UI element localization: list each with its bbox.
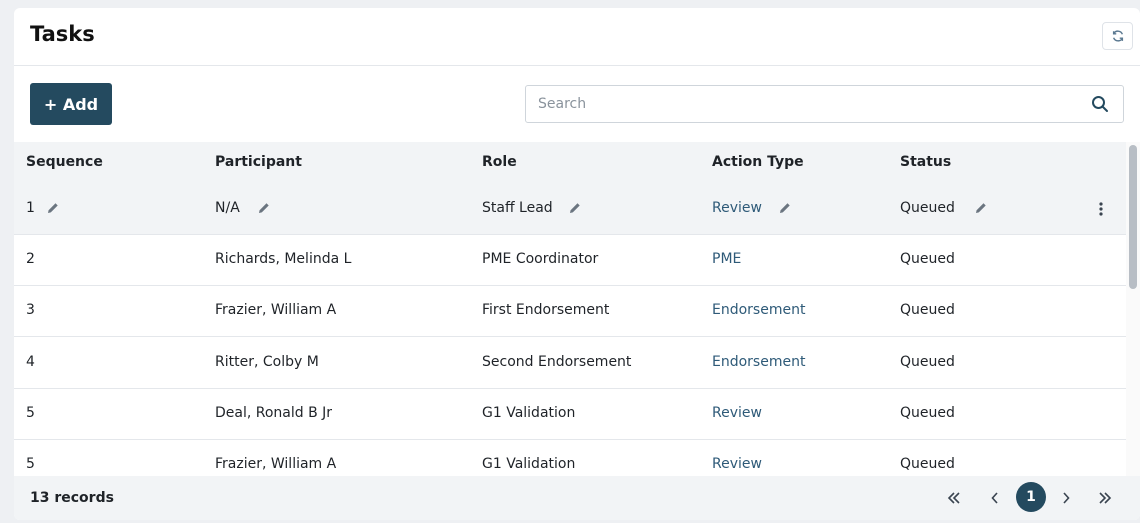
table-row: 2 Richards, Melinda L PME Coordinator PM… — [14, 235, 1126, 286]
refresh-icon — [1112, 30, 1123, 42]
scrollbar-thumb[interactable] — [1129, 145, 1137, 289]
role-cell: Second Endorsement — [482, 354, 632, 370]
tasks-panel: Tasks + Add Sequence Participant Role Ac… — [14, 8, 1140, 520]
edit-role-pencil-icon[interactable] — [568, 201, 582, 215]
column-header-status[interactable]: Status — [900, 154, 951, 170]
action-type-link[interactable]: Endorsement — [712, 302, 805, 318]
sequence-cell: 1 — [26, 200, 35, 216]
table-row: 5 Deal, Ronald B Jr G1 Validation Review… — [14, 389, 1126, 440]
chevron-right-icon — [1063, 492, 1070, 504]
next-page-button[interactable] — [1052, 484, 1080, 512]
add-button[interactable]: + Add — [30, 83, 112, 125]
table-row: 4 Ritter, Colby M Second Endorsement End… — [14, 338, 1126, 389]
column-header-participant[interactable]: Participant — [215, 154, 302, 170]
role-cell: PME Coordinator — [482, 251, 599, 267]
sequence-cell: 3 — [26, 302, 35, 318]
first-page-button[interactable] — [940, 484, 968, 512]
double-chevron-left-icon — [947, 492, 960, 504]
action-type-link[interactable]: Endorsement — [712, 354, 805, 370]
role-cell: G1 Validation — [482, 405, 576, 421]
panel-header: Tasks — [14, 8, 1140, 66]
refresh-button[interactable] — [1102, 22, 1133, 50]
records-count: 13 records — [30, 490, 114, 506]
current-page-button[interactable]: 1 — [1016, 482, 1046, 512]
participant-cell: N/A — [215, 200, 240, 216]
role-cell: G1 Validation — [482, 456, 576, 472]
participant-cell: Frazier, William A — [215, 456, 337, 472]
table-header: Sequence Participant Role Action Type St… — [14, 142, 1126, 184]
status-cell: Queued — [900, 405, 955, 421]
table-scrollbar[interactable] — [1126, 142, 1140, 476]
participant-cell: Richards, Melinda L — [215, 251, 352, 267]
status-cell: Queued — [900, 456, 955, 472]
edit-status-pencil-icon[interactable] — [974, 201, 988, 215]
status-cell: Queued — [900, 354, 955, 370]
toolbar: + Add — [14, 66, 1140, 142]
status-cell: Queued — [900, 251, 955, 267]
status-cell: Queued — [900, 302, 955, 318]
sequence-cell: 4 — [26, 354, 35, 370]
role-cell: Staff Lead — [482, 200, 553, 216]
participant-cell: Frazier, William A — [215, 302, 337, 318]
action-type-link[interactable]: PME — [712, 251, 741, 267]
action-type-link[interactable]: Review — [712, 405, 762, 421]
chevron-left-icon — [991, 492, 998, 504]
column-header-sequence[interactable]: Sequence — [26, 154, 103, 170]
table-footer: 13 records 1 — [14, 476, 1140, 520]
sequence-cell: 5 — [26, 456, 35, 472]
column-header-action-type[interactable]: Action Type — [712, 154, 804, 170]
action-type-link[interactable]: Review — [712, 456, 762, 472]
previous-page-button[interactable] — [981, 484, 1009, 512]
column-header-role[interactable]: Role — [482, 154, 517, 170]
edit-action-type-pencil-icon[interactable] — [778, 201, 792, 215]
sequence-cell: 5 — [26, 405, 35, 421]
table-row: 5 Frazier, William A G1 Validation Revie… — [14, 440, 1126, 476]
search-icon[interactable] — [1091, 95, 1109, 113]
table-row: 1 N/A Staff Lead Review Queued — [14, 184, 1126, 235]
status-cell: Queued — [900, 200, 955, 216]
sequence-cell: 2 — [26, 251, 35, 267]
last-page-button[interactable] — [1091, 484, 1119, 512]
page-title: Tasks — [30, 22, 95, 46]
action-type-link[interactable]: Review — [712, 200, 762, 216]
tasks-table: Sequence Participant Role Action Type St… — [14, 142, 1140, 476]
edit-sequence-pencil-icon[interactable] — [46, 201, 60, 215]
row-menu-kebab-icon[interactable] — [1098, 201, 1104, 217]
double-chevron-right-icon — [1099, 492, 1112, 504]
table-row: 3 Frazier, William A First Endorsement E… — [14, 286, 1126, 337]
edit-participant-pencil-icon[interactable] — [257, 201, 271, 215]
participant-cell: Deal, Ronald B Jr — [215, 405, 333, 421]
search-input[interactable] — [538, 94, 1078, 114]
participant-cell: Ritter, Colby M — [215, 354, 319, 370]
role-cell: First Endorsement — [482, 302, 610, 318]
search-box — [525, 85, 1124, 123]
